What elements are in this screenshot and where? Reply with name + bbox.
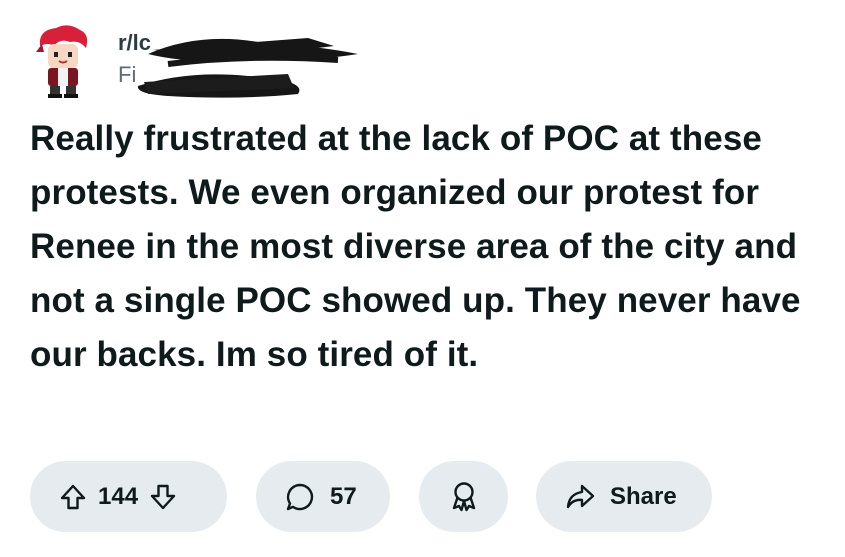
downvote-arrow-icon[interactable] [148,482,178,512]
vote-count: 144 [98,482,139,510]
share-button[interactable]: Share [536,461,712,532]
award-button[interactable] [419,461,508,532]
share-arrow-icon [566,484,595,508]
post-action-bar: 144 57 Share [30,461,820,532]
comment-count: 57 [330,482,357,510]
comment-bubble-icon [286,483,314,510]
comments-button[interactable]: 57 [256,461,390,532]
upvote-arrow-icon[interactable] [58,482,88,512]
share-label: Share [610,482,677,510]
vote-controls: 144 [30,461,227,532]
award-ribbon-icon [452,481,475,511]
post-header: r/lc Fi [30,22,390,102]
avatar[interactable] [30,22,106,100]
redaction-scribble [137,38,358,98]
post-body-text: Really frustrated at the lack of POC at … [30,119,801,374]
